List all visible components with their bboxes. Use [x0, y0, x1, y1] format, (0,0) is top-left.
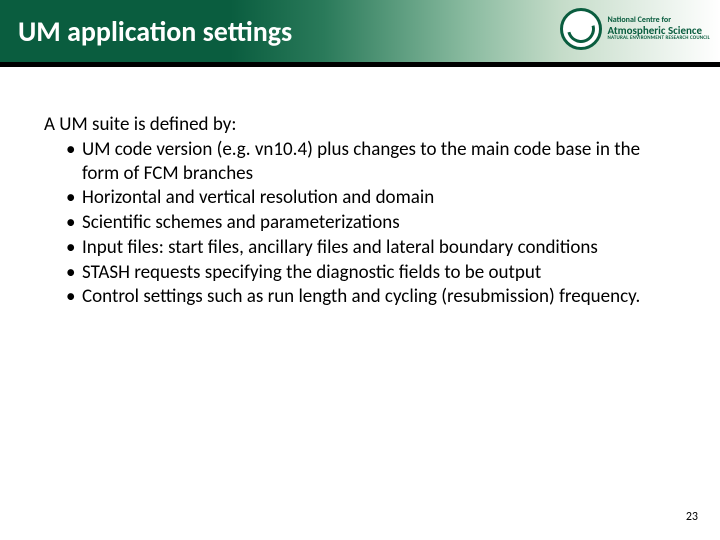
organization-logo: National Centre for Atmospheric Science … — [560, 8, 710, 50]
list-item: Horizontal and vertical resolution and d… — [66, 186, 676, 210]
slide-title: UM application settings — [18, 14, 292, 49]
logo-swirl-icon — [560, 8, 602, 50]
page-number: 23 — [686, 510, 698, 524]
list-item: Control settings such as run length and … — [66, 285, 676, 309]
bullet-list: UM code version (e.g. vn10.4) plus chang… — [44, 138, 676, 309]
intro-text: A UM suite is defined by: — [44, 113, 676, 137]
header-band: UM application settings National Centre … — [0, 0, 720, 62]
logo-text: National Centre for Atmospheric Science … — [608, 16, 710, 41]
list-item: Scientific schemes and parameterizations — [66, 211, 676, 235]
list-item: Input files: start files, ancillary file… — [66, 236, 676, 260]
content-area: A UM suite is defined by: UM code versio… — [0, 67, 720, 309]
logo-line3: Natural Environment Research Council — [608, 36, 710, 41]
list-item: UM code version (e.g. vn10.4) plus chang… — [66, 138, 676, 186]
list-item: STASH requests specifying the diagnostic… — [66, 261, 676, 285]
